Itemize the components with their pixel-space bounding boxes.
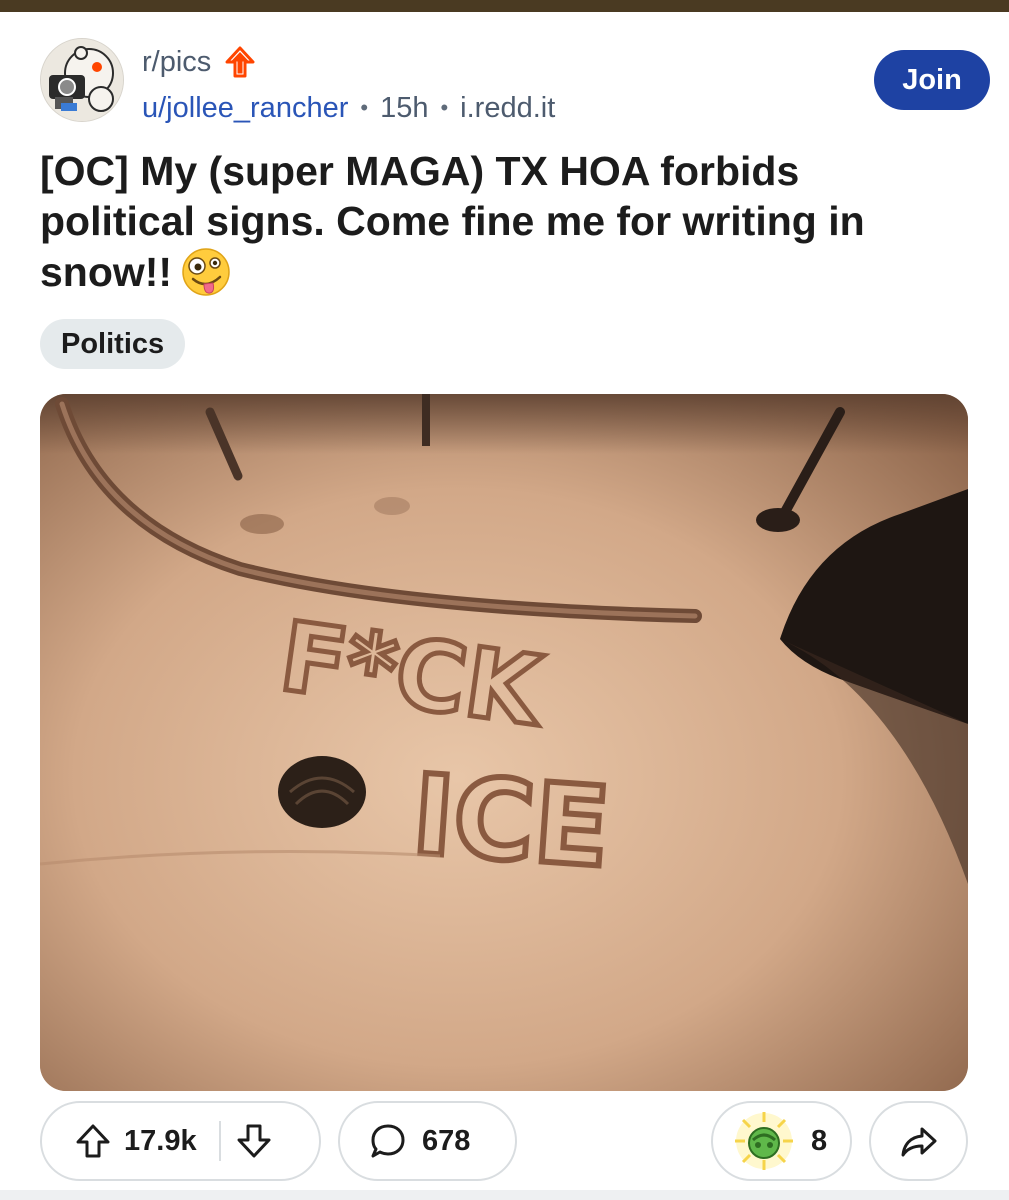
subreddit-row: r/pics xyxy=(142,44,255,80)
author-link[interactable]: u/jollee_rancher xyxy=(142,92,348,125)
post-title-text: [OC] My (super MAGA) TX HOA forbids poli… xyxy=(40,148,865,295)
comments-button[interactable]: 678 xyxy=(338,1101,517,1181)
vote-control: 17.9k xyxy=(40,1101,321,1181)
subreddit-avatar-icon[interactable] xyxy=(40,38,124,122)
award-button[interactable]: 8 xyxy=(711,1101,852,1181)
post-title[interactable]: [OC] My (super MAGA) TX HOA forbids poli… xyxy=(40,146,940,298)
share-arrow-icon xyxy=(901,1127,936,1157)
upvote-icon[interactable] xyxy=(74,1122,112,1160)
post-image[interactable]: F*CK ICE xyxy=(40,394,968,1091)
downvote-icon[interactable] xyxy=(235,1122,273,1160)
top-bar xyxy=(0,0,1009,12)
comment-bubble-icon xyxy=(371,1124,405,1158)
hot-up-arrow-icon xyxy=(225,46,255,78)
action-bar: 17.9k 678 8 xyxy=(0,1101,1009,1183)
comment-count: 678 xyxy=(422,1124,471,1157)
join-button[interactable]: Join xyxy=(874,50,990,110)
share-button[interactable] xyxy=(869,1101,968,1181)
gold-award-icon xyxy=(735,1112,793,1170)
post-domain[interactable]: i.redd.it xyxy=(460,92,555,125)
snow-photo: F*CK ICE xyxy=(40,394,968,1091)
upvote-count: 17.9k xyxy=(124,1124,197,1157)
snow-text-line2: ICE xyxy=(409,750,614,891)
award-count: 8 xyxy=(811,1124,828,1157)
post-age: 15h xyxy=(380,91,429,124)
meta-separator: • xyxy=(440,95,449,120)
vote-divider xyxy=(218,1121,221,1161)
post-header: r/pics u/jollee_rancher • 15h • i.redd.i… xyxy=(40,38,990,128)
flair-tag[interactable]: Politics xyxy=(40,319,186,369)
subreddit-name[interactable]: r/pics xyxy=(142,46,211,79)
zany-face-emoji-icon xyxy=(182,248,230,296)
bottom-divider xyxy=(0,1190,1009,1200)
meta-separator: • xyxy=(360,95,369,120)
post-meta: u/jollee_rancher • 15h • i.redd.it xyxy=(142,90,555,126)
